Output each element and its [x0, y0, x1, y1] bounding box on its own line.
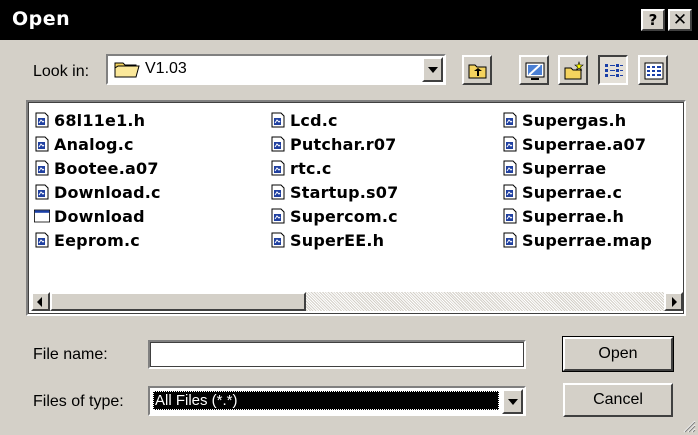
document-icon [35, 160, 49, 176]
new-folder-icon [564, 61, 584, 80]
file-item[interactable]: rtc.c [270, 156, 398, 180]
look-in-dropdown[interactable]: V1.03 [106, 54, 446, 85]
file-name-text: Supergas.h [522, 110, 627, 130]
file-type-value: All Files (*.*) [153, 391, 499, 410]
file-name-text: Eeprom.c [54, 230, 140, 250]
file-name-text: rtc.c [290, 158, 332, 178]
document-icon [503, 208, 517, 224]
title-bar[interactable]: Open ? ✕ [0, 0, 698, 40]
file-item[interactable]: Superrae.h [502, 204, 652, 228]
file-name-input[interactable] [148, 340, 526, 369]
folder-icon [114, 62, 140, 78]
document-icon [35, 184, 49, 200]
document-icon [35, 232, 49, 248]
file-name-text: Lcd.c [290, 110, 338, 130]
file-item[interactable]: Startup.s07 [270, 180, 398, 204]
document-icon [271, 184, 285, 200]
horizontal-scrollbar[interactable] [31, 292, 683, 311]
scroll-right-button[interactable] [664, 292, 683, 311]
scrollbar-thumb[interactable] [50, 292, 306, 311]
file-item[interactable]: SuperEE.h [270, 228, 398, 252]
create-new-folder-button[interactable] [558, 55, 588, 85]
application-window-icon [34, 209, 50, 223]
file-item[interactable]: 68l11e1.h [34, 108, 161, 132]
file-name-text: Analog.c [54, 134, 134, 154]
document-icon [35, 112, 49, 128]
file-name-text: Putchar.r07 [290, 134, 397, 154]
file-column-3: Supergas.h Superrae.a07 Superrae Superrae.c… [502, 108, 652, 252]
file-name-text: Superrae.a07 [522, 134, 647, 154]
document-icon [503, 112, 517, 128]
file-item[interactable]: Download.c [34, 180, 161, 204]
scroll-left-button[interactable] [31, 292, 50, 311]
file-item[interactable]: Bootee.a07 [34, 156, 161, 180]
file-name-text: Download [54, 206, 145, 226]
document-icon [271, 232, 285, 248]
file-item[interactable]: Superrae.c [502, 180, 652, 204]
details-view-icon [644, 62, 664, 80]
file-item[interactable]: Superrae [502, 156, 652, 180]
file-item[interactable]: Download [34, 204, 161, 228]
document-icon [503, 160, 517, 176]
file-item[interactable]: Superrae.a07 [502, 132, 652, 156]
close-button[interactable]: ✕ [668, 9, 692, 31]
cancel-button[interactable]: Cancel [563, 383, 673, 417]
file-item[interactable]: Putchar.r07 [270, 132, 398, 156]
open-button[interactable]: Open [562, 336, 674, 372]
up-one-level-button[interactable] [462, 55, 492, 85]
look-in-label-text: Look in: [33, 63, 90, 80]
list-view-button[interactable] [598, 55, 628, 85]
file-column-2: Lcd.c Putchar.r07 rtc.c Startup.s07 Supercom… [270, 108, 398, 252]
go-to-desktop-button[interactable] [519, 55, 549, 85]
file-name-text: Download.c [54, 182, 161, 202]
document-icon [503, 136, 517, 152]
document-icon [35, 136, 49, 152]
file-name-text: Superrae [522, 158, 607, 178]
file-name-text: Startup.s07 [290, 182, 399, 202]
open-dialog: Open ? ✕ Look in: V1.03 68l11e1.h Analog… [0, 0, 698, 435]
file-type-label: Files of type: [33, 393, 124, 410]
file-name-text: Supercom.c [290, 206, 398, 226]
document-icon [271, 208, 285, 224]
details-view-button[interactable] [638, 55, 668, 85]
list-view-icon [605, 64, 623, 77]
file-item[interactable]: Eeprom.c [34, 228, 161, 252]
chevron-down-icon [508, 399, 518, 405]
arrow-right-icon [672, 297, 677, 307]
file-item[interactable]: Lcd.c [270, 108, 398, 132]
up-one-level-icon [468, 64, 487, 79]
file-name-text: Superrae.h [522, 206, 625, 226]
file-name-label: File name: [33, 346, 108, 363]
file-name-text: Superrae.map [522, 230, 653, 250]
chevron-down-icon [428, 67, 438, 73]
file-item[interactable]: Superrae.map [502, 228, 652, 252]
document-icon [271, 160, 285, 176]
look-in-label: Look in: [33, 63, 89, 81]
document-icon [503, 184, 517, 200]
file-item[interactable]: Analog.c [34, 132, 161, 156]
file-column-1: 68l11e1.h Analog.c Bootee.a07 Download.c Dow… [34, 108, 161, 252]
resize-grip-icon[interactable] [682, 419, 696, 433]
look-in-value: V1.03 [145, 60, 187, 77]
window-title: Open [12, 8, 71, 30]
file-type-dropdown[interactable]: All Files (*.*) [148, 386, 526, 416]
document-icon [271, 112, 285, 128]
look-in-dropdown-button[interactable] [422, 57, 443, 82]
arrow-left-icon [37, 297, 42, 307]
file-item[interactable]: Supergas.h [502, 108, 652, 132]
help-button[interactable]: ? [641, 9, 665, 31]
file-name-text: 68l11e1.h [54, 110, 146, 130]
document-icon [271, 136, 285, 152]
desktop-icon [525, 62, 545, 80]
file-name-text: SuperEE.h [290, 230, 385, 250]
file-item[interactable]: Supercom.c [270, 204, 398, 228]
file-name-text: Bootee.a07 [54, 158, 159, 178]
file-name-text: Superrae.c [522, 182, 623, 202]
file-type-dropdown-button[interactable] [502, 389, 523, 414]
file-list[interactable]: 68l11e1.h Analog.c Bootee.a07 Download.c Dow… [26, 100, 686, 316]
document-icon [503, 232, 517, 248]
